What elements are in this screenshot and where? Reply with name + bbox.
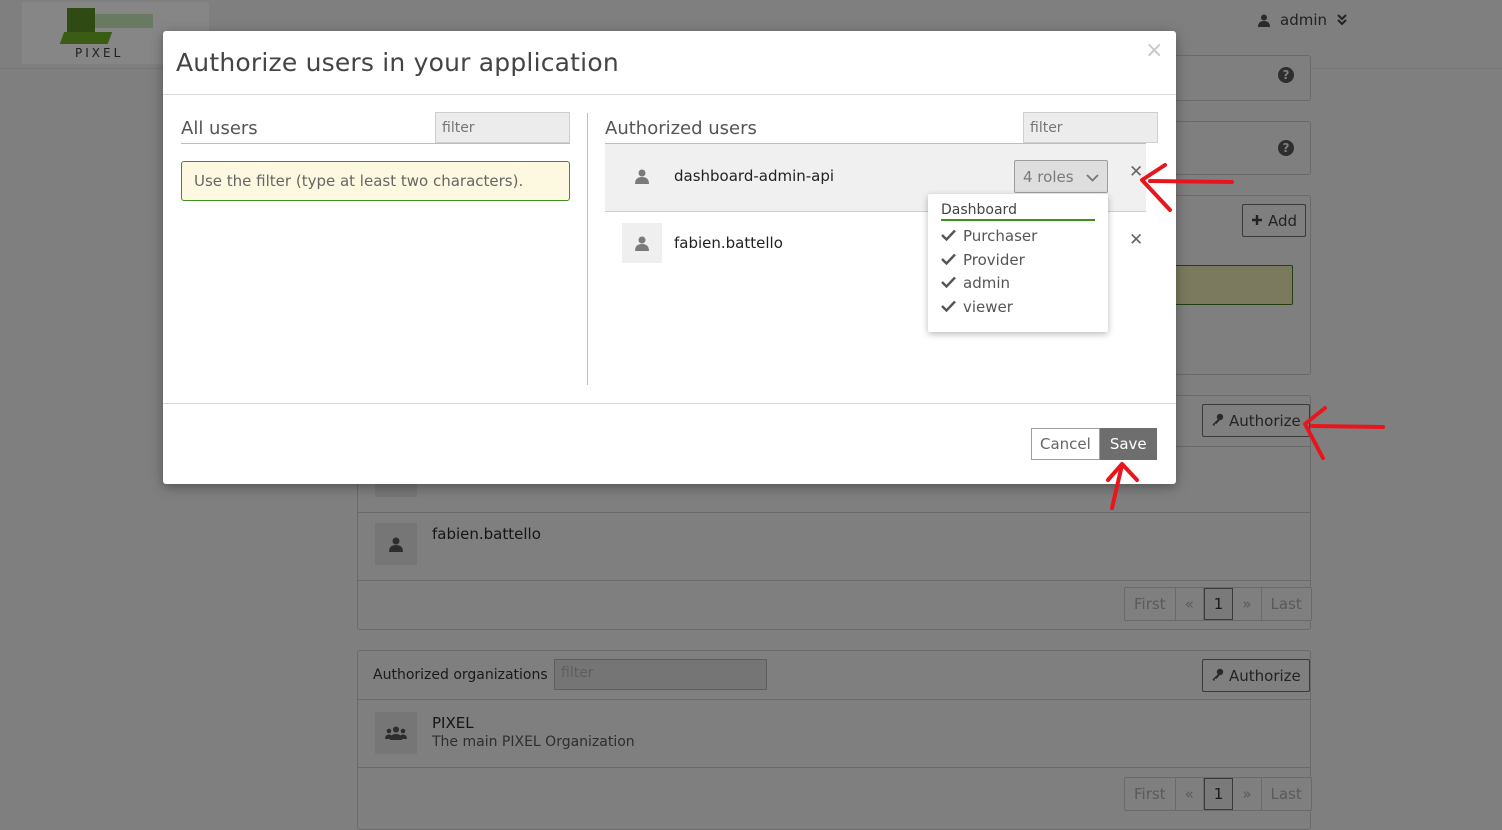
help-icon[interactable]: ? [1278,67,1294,83]
filter-hint-alert: Use the filter (type at least two charac… [181,161,570,201]
check-icon [941,274,956,292]
all-users-filter-input[interactable] [435,112,570,143]
pager-prev[interactable]: « [1176,778,1204,810]
orgs-filter-input[interactable]: filter [554,659,767,690]
roles-group-header: Dashboard [941,202,1095,221]
all-users-underline [181,143,570,144]
check-icon [941,298,956,316]
org-avatar [375,712,417,754]
authorize-button-label: Authorize [1229,411,1301,430]
add-button-label: Add [1268,211,1298,230]
divider [358,699,1310,700]
cancel-button[interactable]: Cancel [1031,428,1100,460]
pager-last[interactable]: Last [1262,778,1311,810]
pager-next[interactable]: » [1233,778,1262,810]
role-option-provider[interactable]: Provider [941,251,1025,269]
close-icon[interactable]: × [1145,40,1163,62]
role-label: Purchaser [963,227,1038,245]
remove-user-icon[interactable]: ✕ [1129,232,1143,249]
pagination: First « 1 » Last [1124,777,1312,811]
roles-dropdown-button[interactable]: 4 roles [1014,160,1108,193]
org-name[interactable]: PIXEL [432,714,474,732]
pager-last[interactable]: Last [1262,588,1311,620]
divider [358,767,1310,768]
chevron-down-icon [1085,168,1099,186]
key-icon [1211,667,1224,685]
authorized-users-filter-input[interactable] [1023,112,1158,143]
pager-next[interactable]: » [1233,588,1262,620]
save-button[interactable]: Save [1099,428,1157,460]
authorized-users-title: Authorized users [605,118,757,139]
roles-count-label: 4 roles [1023,167,1074,186]
pager-page-1[interactable]: 1 [1203,778,1234,810]
divider [358,512,1310,513]
pager-first[interactable]: First [1125,778,1176,810]
help-icon[interactable]: ? [1278,140,1294,156]
roles-dropdown-menu: Dashboard Purchaser Provider admin viewe… [928,194,1108,332]
pager-prev[interactable]: « [1176,588,1204,620]
arrow-to-authorize [1303,406,1385,460]
user-menu-label: admin [1280,11,1327,29]
pager-first[interactable]: First [1125,588,1176,620]
org-description: The main PIXEL Organization [432,734,635,750]
plus-icon [1251,212,1263,230]
modal-title: Authorize users in your application [176,48,619,77]
add-button[interactable]: Add [1242,204,1307,237]
user-name: dashboard-admin-api [674,167,835,185]
pagination: First « 1 » Last [1124,587,1312,621]
user-name: fabien.battello [674,234,783,252]
double-chevron-down-icon [1337,14,1347,26]
key-icon [1211,412,1224,430]
role-label: Provider [963,251,1025,269]
logo-mark-swoosh [59,32,113,44]
logo-text: PIXEL [75,46,124,60]
authorize-users-button[interactable]: Authorize [1202,404,1310,437]
logo-mark-blur [95,14,153,28]
avatar [375,523,417,565]
modal-header-divider [163,94,1176,95]
divider [358,580,1310,581]
authorize-orgs-button[interactable]: Authorize [1202,659,1310,692]
check-icon [941,251,956,269]
authorize-button-label: Authorize [1229,666,1301,685]
role-option-admin[interactable]: admin [941,274,1010,292]
column-divider [587,113,588,385]
pager-page-1[interactable]: 1 [1203,588,1234,620]
user-icon [1258,14,1270,27]
role-label: viewer [963,298,1013,316]
check-icon [941,227,956,245]
remove-user-icon[interactable]: ✕ [1129,164,1143,181]
role-label: admin [963,274,1010,292]
avatar [622,223,662,263]
modal-footer-buttons: Cancel Save [1031,428,1157,460]
logo-mark [67,8,95,34]
authorize-users-modal: Authorize users in your application × Al… [163,31,1176,484]
all-users-title: All users [181,118,258,139]
orgs-panel-title: Authorized organizations [373,667,548,683]
user-name[interactable]: fabien.battello [432,525,541,543]
modal-footer-divider [163,403,1176,404]
user-menu[interactable]: admin [1258,11,1347,29]
avatar [622,156,662,196]
role-option-viewer[interactable]: viewer [941,298,1013,316]
role-option-purchaser[interactable]: Purchaser [941,227,1037,245]
